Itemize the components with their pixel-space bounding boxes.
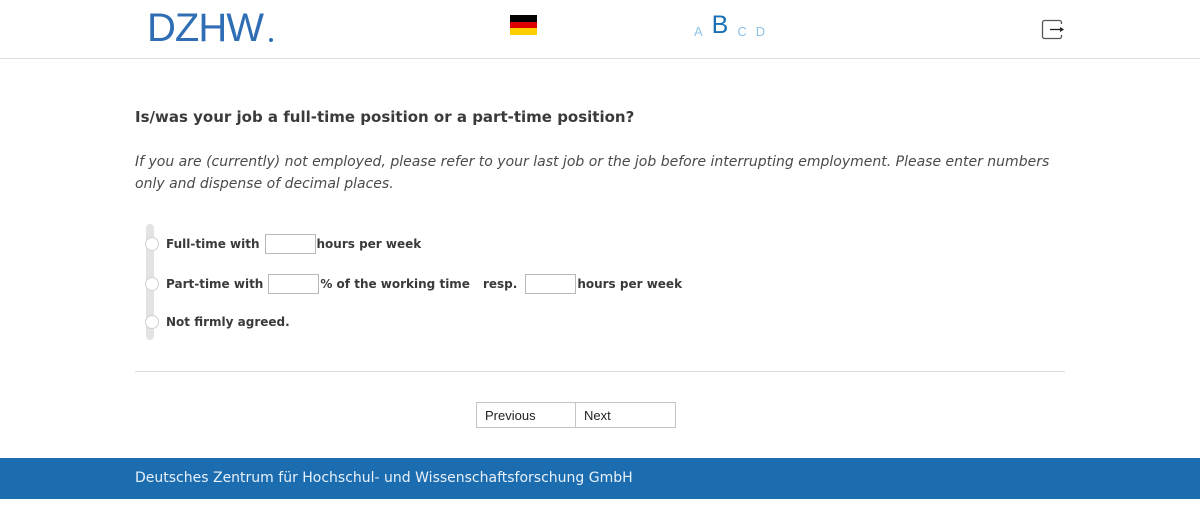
font-size-d[interactable]: D (756, 25, 765, 42)
option-parttime-suffix2: hours per week (577, 277, 683, 291)
header: DZHW A B C D (0, 0, 1200, 59)
parttime-hours-input[interactable] (525, 274, 577, 294)
option-fulltime: Full-time with hours per week (145, 234, 421, 254)
question-title: Is/was your job a full-time position or … (135, 108, 635, 126)
font-size-b[interactable]: B (712, 13, 729, 42)
answer-options: Full-time with hours per week Part-time … (145, 224, 845, 340)
option-fulltime-label: Full-time with (166, 237, 260, 251)
option-notagreed-label: Not firmly agreed. (166, 315, 290, 329)
dzhw-logo[interactable]: DZHW (147, 8, 277, 48)
flag-stripe-black (510, 15, 537, 22)
navigation-buttons: Previous Next (476, 402, 676, 428)
option-parttime-suffix: % of the working time (320, 277, 470, 291)
fulltime-hours-input[interactable] (264, 234, 316, 254)
option-parttime: Part-time with % of the working time res… (145, 274, 682, 294)
german-flag-icon[interactable] (510, 15, 537, 36)
font-size-a[interactable]: A (694, 25, 703, 42)
font-size-switcher: A B C D (694, 12, 774, 42)
option-fulltime-suffix: hours per week (316, 237, 422, 251)
radio-notagreed[interactable] (145, 315, 159, 329)
svg-text:DZHW: DZHW (147, 8, 264, 48)
logout-icon[interactable] (1041, 19, 1065, 41)
option-parttime-connector: resp. (482, 277, 518, 291)
font-size-c[interactable]: C (737, 25, 746, 42)
option-notagreed: Not firmly agreed. (145, 312, 290, 332)
footer-text: Deutsches Zentrum für Hochschul- und Wis… (135, 470, 633, 486)
previous-button[interactable]: Previous (476, 402, 576, 428)
parttime-percent-input[interactable] (268, 274, 320, 294)
next-button[interactable]: Next (576, 402, 676, 428)
option-parttime-label: Part-time with (166, 277, 264, 291)
dzhw-logo-mark: DZHW (147, 8, 273, 48)
radio-fulltime[interactable] (145, 237, 159, 251)
radio-parttime[interactable] (145, 277, 159, 291)
flag-stripe-red (510, 21, 537, 29)
flag-stripe-gold (510, 28, 537, 36)
footer: Deutsches Zentrum für Hochschul- und Wis… (0, 458, 1200, 499)
question-instruction: If you are (currently) not employed, ple… (135, 154, 1050, 192)
content-divider (135, 371, 1065, 372)
